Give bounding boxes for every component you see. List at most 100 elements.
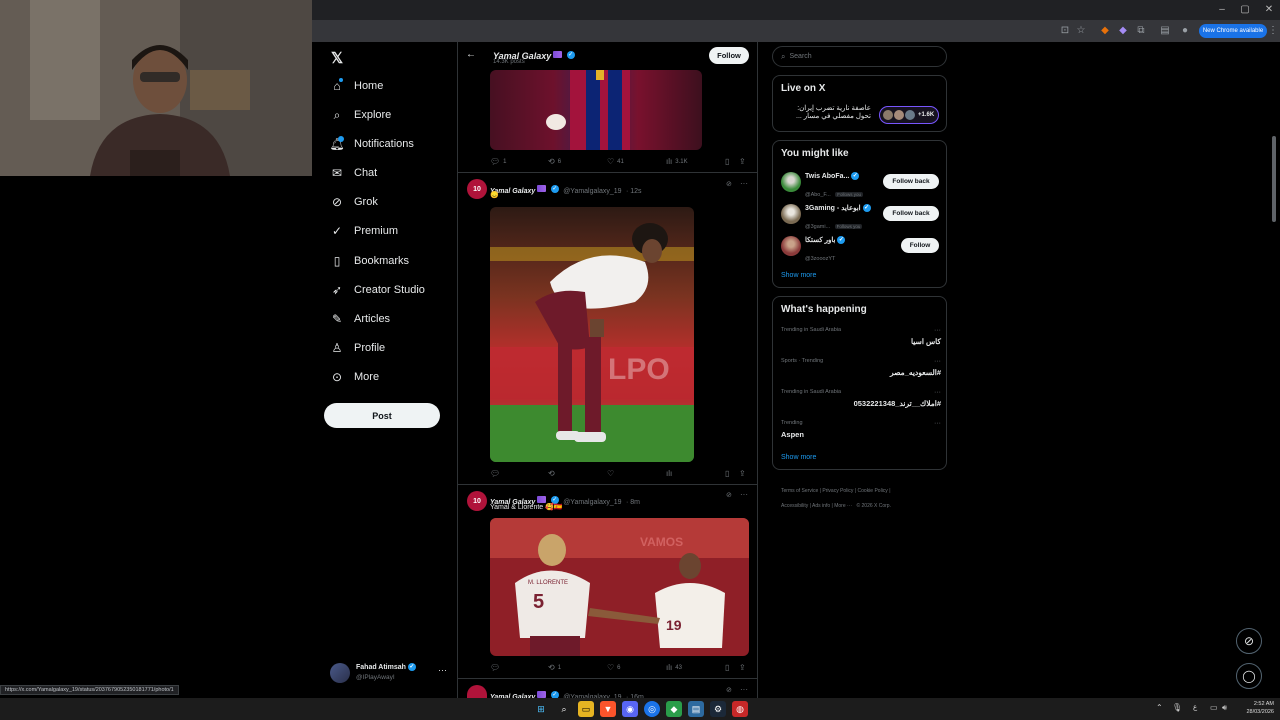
more-dots-icon[interactable]: ··· [740,179,748,188]
show-more-link[interactable]: Show more [781,454,816,461]
footer-link[interactable]: Terms of Service [781,488,818,494]
share-button[interactable]: ⇪ [739,157,746,166]
like-button[interactable]: ♡ 6 [607,663,621,672]
more-dots-icon[interactable]: ··· [934,389,941,396]
network-icon[interactable]: ▭ [1210,703,1218,712]
chrome-icon[interactable]: ◎ [644,701,660,717]
trend-item[interactable]: Sports · Trending ··· #السعوديه_مصر [781,358,941,382]
retweet-button[interactable]: ⟲ [548,469,558,478]
restore-icon[interactable]: ▢ [1238,3,1252,17]
tweet-image[interactable] [490,70,702,150]
tweet-image[interactable]: VAMOS M. LLORENTE 5 19 [490,518,749,656]
sidepanel-icon[interactable]: ▤ [1158,24,1172,38]
views-button[interactable]: ılı 3.1K [666,157,688,166]
nav-home[interactable]: ⌂ Home [330,75,455,97]
nav-profile[interactable]: ♙ Profile [330,337,455,359]
app-icon[interactable]: ◍ [732,701,748,717]
tweet-avatar[interactable] [467,685,487,698]
account-switcher[interactable]: Fahad Atimsah ✓ @IPlayAwayI ··· [330,662,450,686]
views-button[interactable]: ılı 43 [666,663,682,672]
windows-start-icon[interactable]: ⊞ [533,701,549,717]
footer-link[interactable]: More ··· [834,503,852,509]
retweet-button[interactable]: ⟲ 1 [548,663,561,672]
chevron-up-icon[interactable]: ⌃ [1156,703,1163,712]
more-dots-icon[interactable]: ··· [934,420,941,427]
volume-icon[interactable]: 🔊︎ [1222,703,1227,713]
close-icon[interactable]: ✕ [1262,3,1276,17]
nav-notifications[interactable]: 🔔︎ Notifications [329,133,455,155]
extension-icon[interactable]: ◆ [1116,24,1130,38]
more-dots-icon[interactable]: ··· [438,665,447,675]
install-icon[interactable]: ⊡ [1058,24,1072,38]
nav-bookmarks[interactable]: ▯ Bookmarks [330,250,455,272]
footer-link[interactable]: Ads info [812,503,830,509]
notepad-icon[interactable]: ▤ [688,701,704,717]
post-button[interactable]: Post [324,403,440,428]
live-panel[interactable]: Live on X عاصفة نارية تضرب إيران: تحول م… [772,75,947,132]
scrollbar-thumb[interactable] [1272,136,1276,222]
like-button[interactable]: ♡ [607,469,617,478]
bookmark-button[interactable]: ▯ [725,469,729,478]
microphone-icon[interactable]: 🎙︎ [1172,703,1182,712]
puzzle-icon[interactable]: ⧉ [1134,24,1148,38]
steam-icon[interactable]: ⚙ [710,701,726,717]
bookmark-button[interactable]: ▯ [725,663,729,672]
more-dots-icon[interactable]: ··· [740,685,748,694]
minimize-icon[interactable]: – [1215,3,1229,17]
grok-icon[interactable]: ⊘ [726,686,732,694]
nav-chat[interactable]: ✉ Chat [330,162,455,184]
trend-item[interactable]: Trending in Saudi Arabia ··· #املاك__ترن… [781,389,941,413]
suggestion-item[interactable]: باور كستكا ✓ @3zooozYT Follow [781,235,943,262]
views-button[interactable]: ılı [666,469,675,478]
nav-premium[interactable]: ✓ Premium [330,220,455,242]
suggestion-item[interactable]: 3Gaming - ابوعايد ✓ @3gami... Follows yo… [781,203,943,230]
follow-button[interactable]: Follow [901,238,939,253]
more-dots-icon[interactable]: ··· [740,490,748,499]
reply-button[interactable]: 💬︎ [490,469,503,478]
more-dots-icon[interactable]: ··· [934,358,941,365]
profile-icon[interactable]: ● [1178,24,1192,38]
tweet-image[interactable]: LPO [490,207,694,462]
app-icon[interactable]: ◆ [666,701,682,717]
follow-back-button[interactable]: Follow back [883,174,939,189]
grok-fab[interactable]: ⊘ [1236,628,1262,654]
follow-button[interactable]: Follow [709,47,749,64]
x-logo-icon[interactable]: 𝕏 [331,49,347,67]
more-dots-icon[interactable]: ··· [934,327,941,334]
messages-fab[interactable]: ◯ [1236,663,1262,689]
suggestion-item[interactable]: Twis AboFa... ✓ @Abo_F... Follows you Fo… [781,171,943,198]
share-button[interactable]: ⇪ [739,469,746,478]
grok-icon[interactable]: ⊘ [726,491,732,499]
live-listeners[interactable]: +1.6K [879,106,939,124]
nav-grok[interactable]: ⊘ Grok [330,191,455,213]
language-indicator[interactable]: ع [1193,703,1197,711]
retweet-button[interactable]: ⟲ 6 [548,157,561,166]
clock[interactable]: 2:52 AM 28/03/2026 [1236,700,1274,716]
follow-back-button[interactable]: Follow back [883,206,939,221]
footer-link[interactable]: Cookie Policy [858,488,888,494]
nav-creator-studio[interactable]: ➶ Creator Studio [330,279,455,301]
kebab-menu-icon[interactable]: ⋮ [1266,24,1280,38]
show-more-link[interactable]: Show more [781,272,816,279]
like-button[interactable]: ♡ 41 [607,157,624,166]
star-icon[interactable]: ☆ [1074,24,1088,38]
file-explorer-icon[interactable]: ▭ [578,701,594,717]
new-chrome-button[interactable]: New Chrome available [1199,24,1267,38]
back-arrow-icon[interactable]: ← [466,49,476,60]
extension-icon[interactable]: ◆ [1098,24,1112,38]
tweet-avatar[interactable]: 10 [467,491,487,511]
share-button[interactable]: ⇪ [739,663,746,672]
search-box[interactable]: ⌕ Search [772,46,947,67]
footer-link[interactable]: Privacy Policy [822,488,853,494]
nav-more[interactable]: ⊙ More [330,366,455,388]
search-icon[interactable]: ⌕ [556,701,572,717]
grok-icon[interactable]: ⊘ [726,180,732,188]
bookmark-button[interactable]: ▯ [725,157,729,166]
brave-browser-icon[interactable]: ▼ [600,701,616,717]
nav-explore[interactable]: ⌕ Explore [330,104,455,126]
reply-button[interactable]: 💬︎ [490,663,503,672]
tweet-avatar[interactable]: 10 [467,179,487,199]
trend-item[interactable]: Trending ··· Aspen [781,420,941,444]
reply-button[interactable]: 💬︎ 1 [490,157,507,166]
nav-articles[interactable]: ✎ Articles [330,308,455,330]
